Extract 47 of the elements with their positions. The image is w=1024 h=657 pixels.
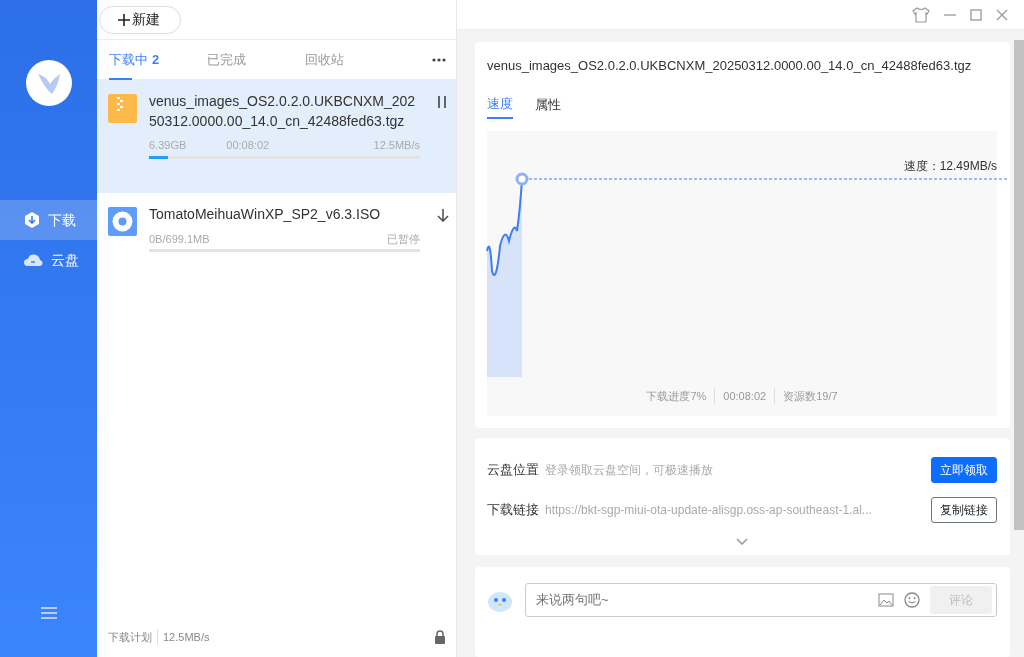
plan-label[interactable]: 下载计划 — [108, 628, 152, 646]
file-name: TomatoMeihuaWinXP_SP2_v6.3.ISO — [149, 205, 382, 224]
file-name: venus_images_OS2.0.2.0.UKBCNXM_20250312.0000.00_14.0_cn_42488fed63.tgz — [149, 92, 417, 131]
new-button[interactable]: 新建 — [99, 5, 181, 34]
field-value: https://bkt-sgp-miui-ota-update-alisgp.oss-ap-southeast-1.al... — [545, 502, 873, 519]
field-label: 下载链接 — [487, 501, 540, 520]
archive-icon — [108, 94, 137, 123]
claim-button[interactable]: 立即领取 — [931, 457, 997, 483]
shirt-icon[interactable] — [912, 6, 930, 23]
image-icon[interactable] — [878, 593, 894, 607]
field-label: 云盘位置 — [487, 461, 540, 480]
download-icon — [24, 212, 40, 228]
file-size: 6.39GB — [149, 138, 187, 154]
speed-reading: 速度：12.49MB/s — [903, 158, 997, 175]
plus-icon — [118, 13, 130, 26]
tab[interactable]: 已完成 — [205, 39, 303, 80]
elapsed-time: 00:08:02 — [226, 138, 270, 154]
pause-icon[interactable] — [437, 96, 447, 108]
download-status: 12.5MB/s — [373, 138, 420, 154]
tab[interactable]: 回收站 — [303, 39, 401, 80]
stat-text: 00:08:02 — [714, 387, 775, 404]
more-icon[interactable] — [432, 57, 446, 62]
tab[interactable]: 下载中 2 — [107, 39, 205, 80]
menu-icon[interactable] — [40, 607, 57, 619]
logo-icon — [25, 60, 72, 106]
download-icon[interactable] — [437, 209, 449, 222]
stat-text: 资源数19/7 — [774, 387, 846, 404]
download-status: 已暂停 — [387, 231, 420, 247]
detail-title: venus_images_OS2.0.2.0.UKBCNXM_20250312.0000.00_14.0_cn_42488fed63.tgz — [487, 57, 973, 75]
field-value: 登录领取云盘空间，可极速播放 — [545, 462, 714, 479]
stat-text: 下载进度7% — [645, 388, 708, 404]
tab[interactable]: 速度 — [487, 93, 513, 119]
scrollbar[interactable] — [1014, 40, 1024, 530]
download-item[interactable]: TomatoMeihuaWinXP_SP2_v6.3.ISO 0B/699.1MB 已暂停 — [97, 193, 456, 255]
emoji-icon[interactable] — [904, 592, 920, 608]
file-size: 0B/699.1MB — [149, 231, 210, 247]
lock-icon[interactable] — [434, 630, 446, 644]
close-icon[interactable] — [996, 8, 1008, 21]
download-item[interactable]: venus_images_OS2.0.2.0.UKBCNXM_20250312.0000.00_14.0_cn_42488fed63.tgz 6.39GB 00:08:02 12.5MB/s — [97, 80, 456, 193]
sidebar-item[interactable]: 云盘 — [0, 240, 97, 280]
copy-button[interactable]: 复制链接 — [931, 497, 997, 523]
speed-limit: 12.5MB/s — [157, 628, 210, 646]
chevron-down-icon[interactable] — [736, 538, 748, 545]
cloud-icon — [24, 253, 43, 267]
sidebar-item[interactable]: 下载 — [0, 200, 97, 240]
maximize-icon[interactable] — [970, 8, 982, 21]
tab[interactable]: 属性 — [535, 93, 561, 119]
